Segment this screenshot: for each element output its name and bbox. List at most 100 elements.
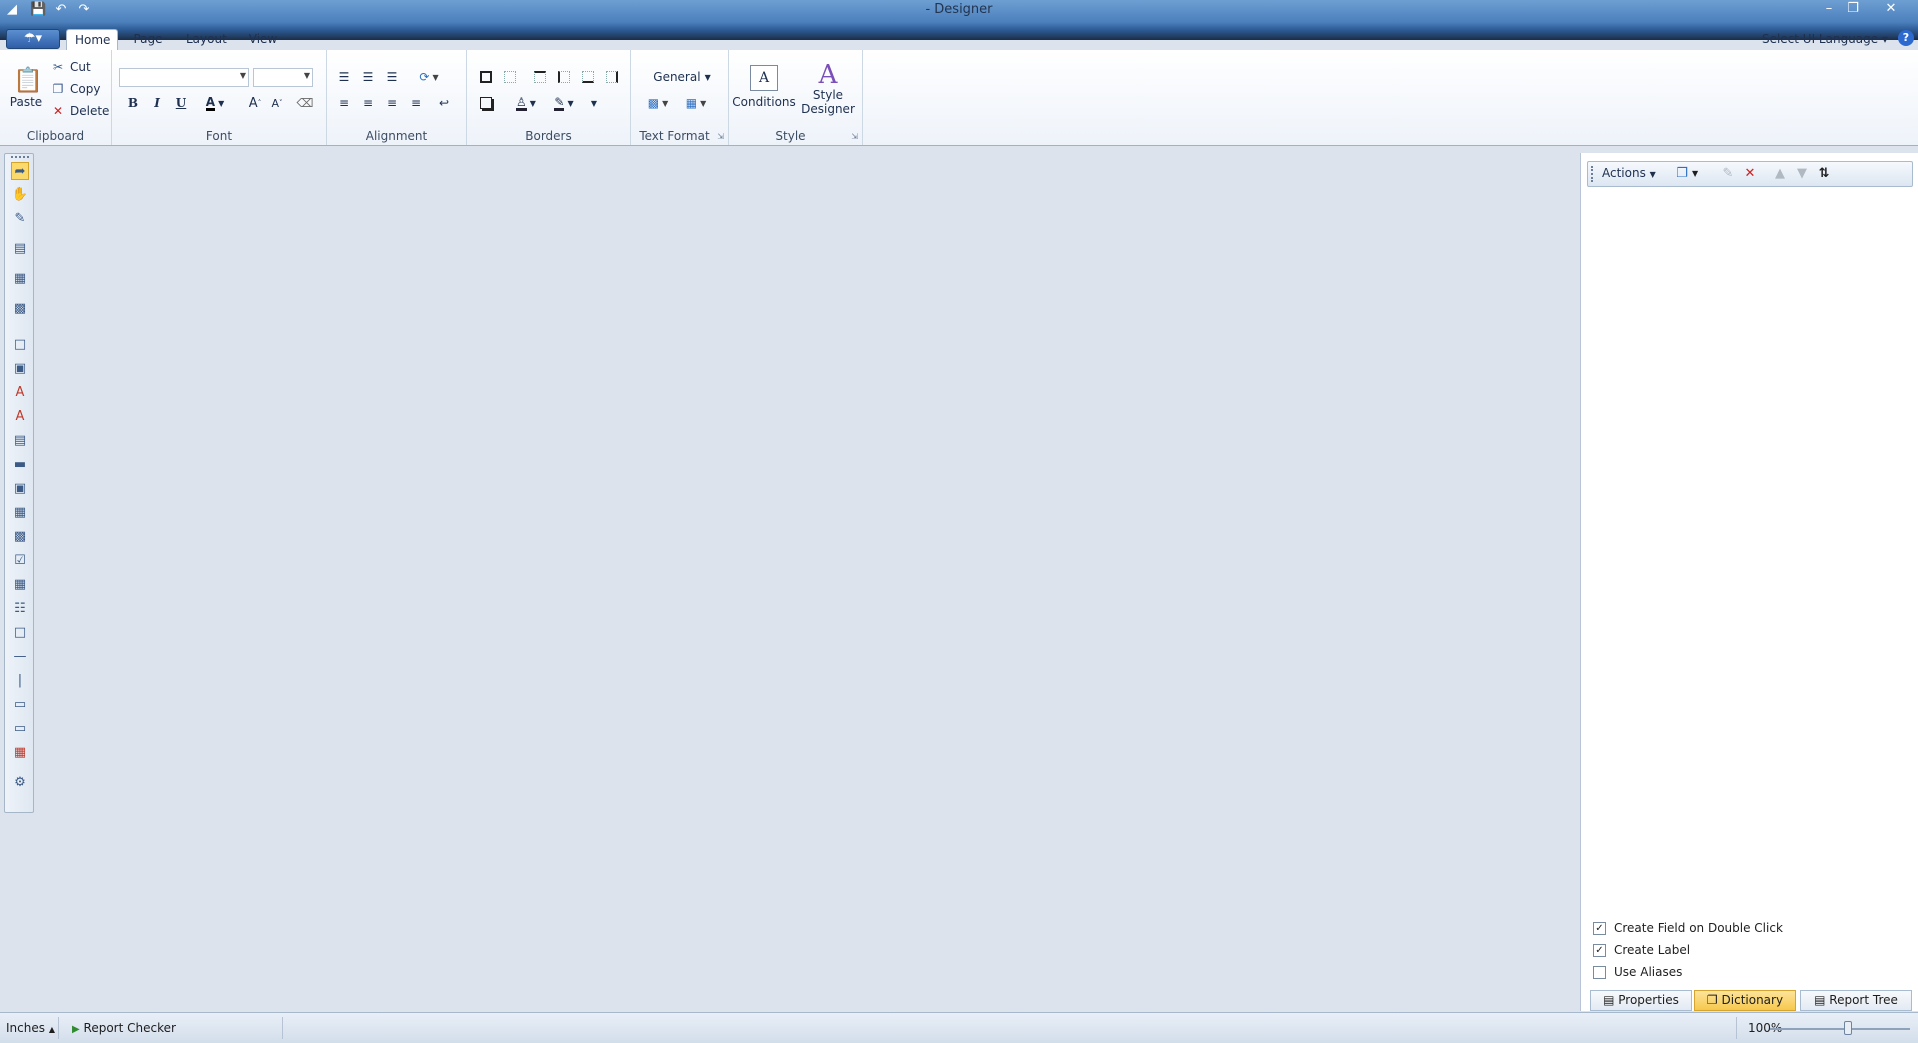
sort-az-icon[interactable]: ⇅	[1816, 166, 1832, 182]
grow-font-button[interactable]: A ˄	[246, 94, 264, 112]
pan-hand-icon[interactable]: ✋	[11, 186, 29, 204]
chevron-down-icon[interactable]: ▼	[1692, 169, 1698, 178]
bands-icon[interactable]: ▤	[11, 240, 29, 258]
create-field-on-double-click-checkbox[interactable]: ✓ Create Field on Double Click	[1593, 921, 1783, 935]
format-number-button[interactable]: ▦ ▼	[681, 94, 711, 112]
actions-dropdown[interactable]: Actions ▼	[1602, 166, 1656, 180]
italic-button[interactable]: I	[148, 94, 166, 112]
paste-button[interactable]: 📋 Paste	[6, 62, 46, 112]
align-bottom-icon[interactable]: ☰	[383, 68, 401, 86]
right-border-icon[interactable]	[603, 68, 621, 86]
top-border-icon[interactable]	[531, 68, 549, 86]
shadow-icon[interactable]	[477, 94, 495, 112]
tab-dictionary[interactable]: ❐ Dictionary	[1694, 990, 1796, 1011]
bottom-border-icon[interactable]	[579, 68, 597, 86]
align-center-icon[interactable]: ≡	[359, 94, 377, 112]
dialog-launcher-icon[interactable]: ⇲	[717, 132, 724, 141]
help-icon[interactable]: ?	[1898, 30, 1914, 46]
underline-button[interactable]: U	[172, 94, 190, 112]
no-border-icon[interactable]	[501, 68, 519, 86]
zoom-slider-thumb[interactable]	[1844, 1021, 1852, 1035]
vertical-line-icon[interactable]: |	[11, 672, 29, 690]
chart-icon[interactable]: ▦	[11, 744, 29, 762]
new-item-icon[interactable]: ❐	[1674, 166, 1690, 182]
delete-icon[interactable]: ✕	[1742, 166, 1758, 182]
checkbox-tool-icon[interactable]: ☑	[11, 552, 29, 570]
cross-bands-icon[interactable]: ▦	[11, 270, 29, 288]
data-band-icon[interactable]: ▤	[11, 432, 29, 450]
create-field-label: Create Field on Double Click	[1614, 921, 1783, 935]
left-border-icon[interactable]	[555, 68, 573, 86]
copy-button[interactable]: ❐ Copy	[50, 80, 101, 98]
font-color-button[interactable]: A ▼	[200, 94, 230, 112]
text-icon[interactable]: A	[11, 384, 29, 402]
cross-tab-icon[interactable]: ▩	[11, 528, 29, 546]
word-wrap-icon[interactable]: ↩	[435, 94, 453, 112]
horizontal-line-icon[interactable]: —	[11, 648, 29, 666]
fill-color-button[interactable]: ♙ ▼	[509, 94, 543, 112]
page-icon[interactable]: □	[11, 336, 29, 354]
subreport-icon[interactable]: ▣	[11, 480, 29, 498]
bold-button[interactable]: B	[124, 94, 142, 112]
all-borders-icon[interactable]	[477, 68, 495, 86]
minimize-icon[interactable]: –	[1818, 1, 1840, 17]
move-down-icon[interactable]: ▼	[1794, 166, 1810, 182]
style-designer-button[interactable]: A Style Designer	[799, 58, 857, 120]
zoom-slider-track[interactable]	[1770, 1028, 1910, 1030]
font-name-combobox[interactable]: ▼	[119, 68, 249, 87]
image-icon[interactable]: ▦	[11, 576, 29, 594]
edit-icon[interactable]: ✎	[1720, 166, 1736, 182]
select-tool-icon[interactable]: ➦	[11, 162, 29, 180]
eraser-icon[interactable]: ⌫	[296, 94, 314, 112]
alignment-group-label: Alignment	[365, 129, 428, 143]
components-icon[interactable]: ▩	[11, 300, 29, 318]
border-style-dropdown[interactable]: ▼	[585, 94, 603, 112]
align-left-icon[interactable]: ≡	[335, 94, 353, 112]
tab-layout[interactable]: Layout	[178, 29, 234, 50]
select-ui-language-dropdown[interactable]: Select UI Language ▾	[1762, 29, 1888, 49]
align-middle-icon[interactable]: ☰	[359, 68, 377, 86]
rounded-rectangle-icon[interactable]: ▭	[11, 720, 29, 738]
move-up-icon[interactable]: ▲	[1772, 166, 1788, 182]
close-icon[interactable]: ✕	[1880, 1, 1902, 17]
report-checker-button[interactable]: ▶ Report Checker	[72, 1021, 176, 1035]
border-color-button[interactable]: ✎ ▼	[547, 94, 581, 112]
create-label-checkbox[interactable]: ✓ Create Label	[1593, 943, 1690, 957]
delete-button[interactable]: ✕ Delete	[50, 102, 109, 120]
justify-icon[interactable]: ≡	[407, 94, 425, 112]
rich-text-icon[interactable]: A	[11, 408, 29, 426]
conditions-button[interactable]: A Conditions	[732, 62, 796, 112]
shrink-font-button[interactable]: A ˅	[268, 94, 286, 112]
align-top-icon[interactable]: ☰	[335, 68, 353, 86]
tab-report-tree[interactable]: ▤ Report Tree	[1800, 990, 1912, 1011]
report-checker-label: Report Checker	[83, 1021, 176, 1035]
barcode-icon[interactable]: ☷	[11, 600, 29, 618]
restore-icon[interactable]: ❐	[1842, 1, 1864, 17]
toolbar-grip[interactable]	[1591, 166, 1593, 182]
header-band-icon[interactable]: ▬	[11, 456, 29, 474]
align-right-icon[interactable]: ≡	[383, 94, 401, 112]
tab-home[interactable]: Home	[66, 29, 118, 50]
cut-button[interactable]: ✂ Cut	[50, 58, 91, 76]
use-aliases-checkbox[interactable]: Use Aliases	[1593, 965, 1682, 979]
design-canvas[interactable]	[0, 147, 1580, 1011]
dialog-launcher-icon[interactable]: ⇲	[851, 132, 858, 141]
panel-icon[interactable]: ▣	[11, 360, 29, 378]
font-size-combobox[interactable]: ▼	[253, 68, 313, 87]
zip-code-icon[interactable]: □	[11, 624, 29, 642]
tab-page[interactable]: Page	[124, 29, 172, 50]
application-menu-button[interactable]: ☂▾	[6, 29, 60, 49]
pen-icon: ✎	[554, 94, 565, 111]
tools-icon[interactable]: ⚙	[11, 774, 29, 792]
table-icon[interactable]: ▦	[11, 504, 29, 522]
toolbox-grip[interactable]	[11, 156, 29, 158]
status-separator	[58, 1017, 59, 1039]
tab-properties[interactable]: ▤ Properties	[1590, 990, 1692, 1011]
format-button[interactable]: ▩ ▼	[643, 94, 673, 112]
rotate-text-button[interactable]: ⟳ ▼	[413, 68, 445, 86]
format-painter-icon[interactable]: ✎	[11, 210, 29, 228]
rectangle-icon[interactable]: ▭	[11, 696, 29, 714]
text-format-dropdown[interactable]: General ▼	[653, 68, 711, 86]
tab-view[interactable]: View	[240, 29, 286, 50]
units-dropdown[interactable]: Inches ▲	[6, 1021, 55, 1035]
